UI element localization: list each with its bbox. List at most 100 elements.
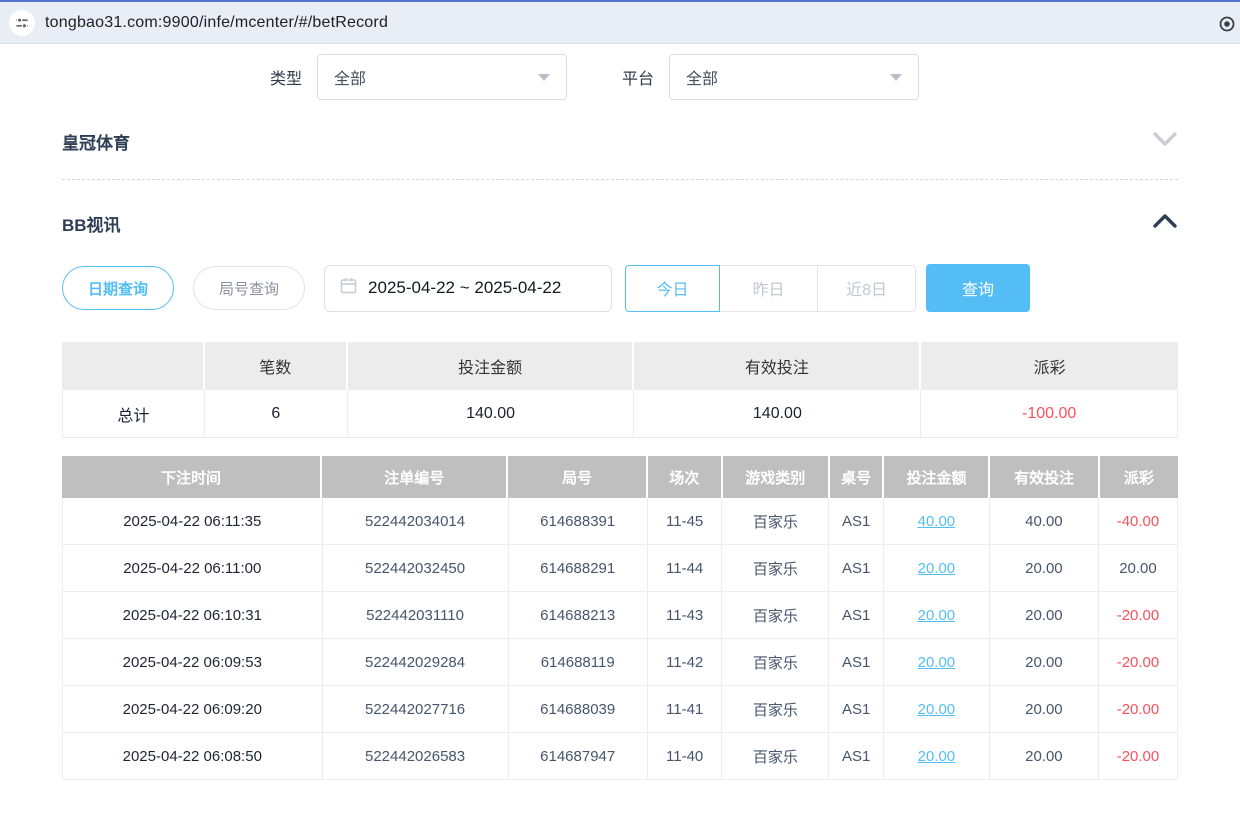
cell-order-number: 522442034014 (323, 498, 509, 544)
cell-bet-time: 2025-04-22 06:08:50 (63, 733, 323, 779)
browser-address-bar: tongbao31.com:9900/infe/mcenter/#/betRec… (0, 0, 1240, 44)
summary-header-cell: 派彩 (921, 342, 1178, 390)
bet-detail-table: 下注时间注单编号局号场次游戏类别桌号投注金额有效投注派彩 2025-04-22 … (62, 456, 1178, 780)
cell-order-number: 522442032450 (323, 545, 509, 591)
cell-round-number: 614688119 (509, 639, 648, 685)
summary-payout: -100.00 (921, 390, 1178, 437)
bet-amount-link[interactable]: 20.00 (918, 701, 956, 718)
table-row: 2025-04-22 06:09:20 522442027716 6146880… (63, 686, 1177, 733)
bet-amount-link[interactable]: 20.00 (918, 748, 956, 765)
detail-header-cell: 局号 (508, 456, 648, 498)
record-indicator-icon[interactable] (1218, 15, 1236, 38)
summary-header-cell: 有效投注 (634, 342, 921, 390)
section-title: 皇冠体育 (62, 129, 130, 154)
platform-label: 平台 (622, 65, 654, 89)
detail-header-cell: 桌号 (830, 456, 885, 498)
cell-game-type: 百家乐 (722, 733, 829, 779)
cell-bet-amount: 20.00 (884, 733, 990, 779)
filter-row: 类型 全部 平台 全部 (62, 54, 1178, 100)
quick-range-group: 今日 昨日 近8日 (625, 265, 916, 312)
cell-order-number: 522442031110 (323, 592, 509, 638)
chevron-down-icon (1152, 131, 1178, 152)
detail-header-cell: 派彩 (1100, 456, 1178, 498)
bet-amount-link[interactable]: 20.00 (918, 607, 956, 624)
summary-header-cell: 投注金额 (348, 342, 635, 390)
type-select[interactable]: 全部 (317, 54, 567, 100)
cell-session: 11-42 (648, 639, 723, 685)
cell-order-number: 522442027716 (323, 686, 509, 732)
table-row: 2025-04-22 06:09:53 522442029284 6146881… (63, 639, 1177, 686)
bet-amount-link[interactable]: 20.00 (918, 560, 956, 577)
cell-game-type: 百家乐 (722, 545, 829, 591)
bet-record-page: 类型 全部 平台 全部 皇冠体育 BB视讯 日期查询 局号查询 (0, 54, 1240, 780)
cell-bet-amount: 20.00 (884, 545, 990, 591)
detail-header-cell: 有效投注 (990, 456, 1099, 498)
bet-amount-link[interactable]: 40.00 (918, 513, 956, 530)
summary-total-row: 总计 6 140.00 140.00 -100.00 (62, 390, 1178, 438)
summary-valid-bet: 140.00 (634, 390, 921, 437)
platform-select-value: 全部 (686, 65, 718, 89)
detail-header-cell: 下注时间 (62, 456, 322, 498)
table-row: 2025-04-22 06:10:31 522442031110 6146882… (63, 592, 1177, 639)
section-header-bb-video[interactable]: BB视讯 (62, 212, 1178, 234)
cell-game-type: 百家乐 (722, 592, 829, 638)
cell-bet-time: 2025-04-22 06:11:35 (63, 498, 323, 544)
query-bar: 日期查询 局号查询 2025-04-22 ~ 2025-04-22 今日 昨日 … (62, 264, 1178, 312)
date-range-value: 2025-04-22 ~ 2025-04-22 (368, 278, 561, 298)
detail-header-cell: 场次 (648, 456, 723, 498)
table-row: 2025-04-22 06:08:50 522442026583 6146879… (63, 733, 1177, 780)
chevron-down-icon (538, 74, 550, 81)
summary-bet-amount: 140.00 (348, 390, 635, 437)
cell-table-number: AS1 (829, 498, 884, 544)
cell-payout: -20.00 (1099, 639, 1177, 685)
today-button[interactable]: 今日 (625, 265, 720, 312)
yesterday-button[interactable]: 昨日 (719, 265, 818, 312)
cell-payout: -20.00 (1099, 592, 1177, 638)
chevron-down-icon (890, 74, 902, 81)
cell-table-number: AS1 (829, 639, 884, 685)
date-range-input[interactable]: 2025-04-22 ~ 2025-04-22 (324, 265, 612, 312)
site-settings-icon[interactable] (9, 10, 35, 36)
cell-session: 11-40 (648, 733, 723, 779)
chevron-up-icon (1152, 213, 1178, 234)
platform-select[interactable]: 全部 (669, 54, 919, 100)
summary-header-cell (62, 342, 205, 390)
cell-valid-bet: 40.00 (990, 498, 1099, 544)
calendar-icon (340, 277, 357, 299)
table-row: 2025-04-22 06:11:35 522442034014 6146883… (63, 498, 1177, 545)
cell-payout: -20.00 (1099, 733, 1177, 779)
summary-total-label: 总计 (62, 390, 205, 437)
detail-header-cell: 注单编号 (322, 456, 508, 498)
bet-amount-link[interactable]: 20.00 (918, 654, 956, 671)
cell-round-number: 614688213 (509, 592, 648, 638)
cell-bet-time: 2025-04-22 06:11:00 (63, 545, 323, 591)
date-query-tab[interactable]: 日期查询 (62, 266, 174, 310)
type-label: 类型 (270, 65, 302, 89)
table-row: 2025-04-22 06:11:00 522442032450 6146882… (63, 545, 1177, 592)
url-text[interactable]: tongbao31.com:9900/infe/mcenter/#/betRec… (45, 14, 388, 32)
cell-bet-time: 2025-04-22 06:10:31 (63, 592, 323, 638)
detail-header-row: 下注时间注单编号局号场次游戏类别桌号投注金额有效投注派彩 (62, 456, 1178, 498)
section-header-crown-sports[interactable]: 皇冠体育 (62, 130, 1178, 152)
section-divider (62, 179, 1178, 180)
cell-table-number: AS1 (829, 733, 884, 779)
cell-payout: -20.00 (1099, 686, 1177, 732)
cell-game-type: 百家乐 (722, 498, 829, 544)
cell-game-type: 百家乐 (722, 686, 829, 732)
detail-header-cell: 投注金额 (884, 456, 990, 498)
cell-game-type: 百家乐 (722, 639, 829, 685)
cell-bet-time: 2025-04-22 06:09:53 (63, 639, 323, 685)
type-select-value: 全部 (334, 65, 366, 89)
cell-bet-amount: 20.00 (884, 639, 990, 685)
round-query-tab[interactable]: 局号查询 (193, 266, 305, 310)
cell-valid-bet: 20.00 (990, 592, 1099, 638)
cell-valid-bet: 20.00 (990, 686, 1099, 732)
cell-session: 11-45 (648, 498, 723, 544)
cell-valid-bet: 20.00 (990, 639, 1099, 685)
cell-table-number: AS1 (829, 545, 884, 591)
detail-table-body: 2025-04-22 06:11:35 522442034014 6146883… (62, 498, 1178, 780)
summary-count: 6 (205, 390, 348, 437)
search-button[interactable]: 查询 (926, 264, 1030, 312)
cell-round-number: 614688291 (509, 545, 648, 591)
last-8-days-button[interactable]: 近8日 (817, 265, 916, 312)
